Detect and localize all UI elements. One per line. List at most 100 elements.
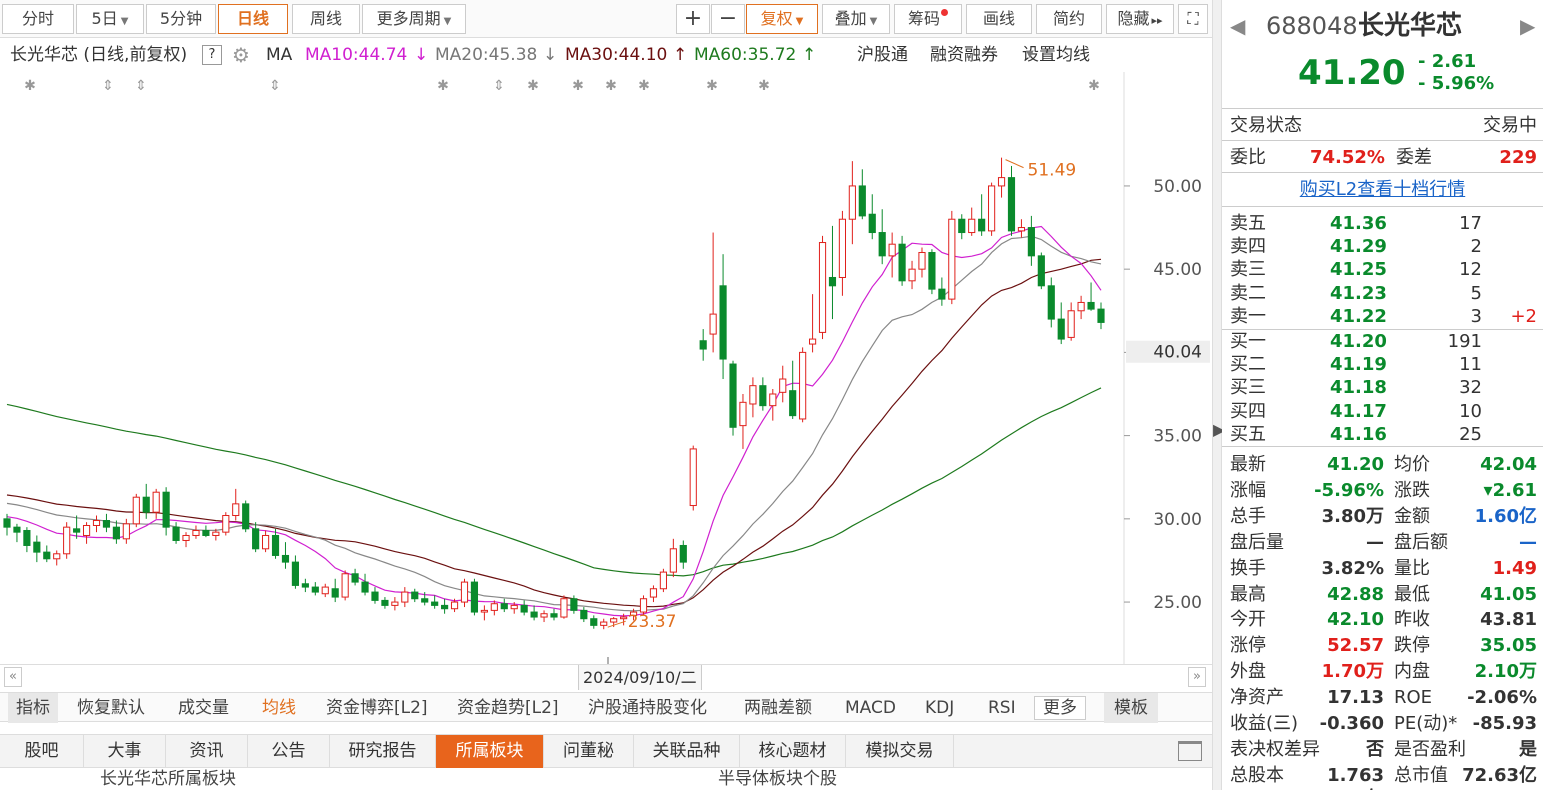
candle-body[interactable] [918,252,926,270]
candle-body[interactable] [480,609,488,613]
candle-body[interactable] [252,528,260,550]
candle-body[interactable] [789,390,797,417]
candle-body[interactable] [232,503,240,517]
tab-sim-trade[interactable]: 模拟交易 [846,735,954,768]
ask-row[interactable]: 卖三 41.25 12 [1222,258,1543,281]
ask-row[interactable]: 卖五 41.36 17 [1222,212,1543,235]
prev-stock-icon[interactable]: ◀ [1230,10,1245,42]
candle-body[interactable] [401,591,409,603]
candle-body[interactable] [301,583,309,588]
candle-body[interactable] [490,603,498,611]
tab-guba[interactable]: 股吧 [0,735,84,768]
candle-body[interactable] [838,218,847,278]
candle-body[interactable] [769,393,777,407]
panel-divider[interactable]: ▶ [1212,0,1225,790]
candle-body[interactable] [818,242,827,333]
bid-row[interactable]: 买一 41.20 191 [1222,330,1543,353]
more-periods-button[interactable]: 更多周期 ▼ [362,4,466,34]
candle-body[interactable] [441,604,449,610]
candle-body[interactable] [431,601,439,606]
candle-body[interactable] [898,243,906,282]
candlestick-chart[interactable]: 50.0045.0040.0035.0030.0025.0040.04 ✱⇕⇕⇕… [0,72,1212,664]
candle-body[interactable] [620,616,628,620]
candle-body[interactable] [132,496,140,525]
candle-body[interactable] [689,448,697,507]
candle-body[interactable] [1087,301,1095,310]
indicator-rsi[interactable]: RSI [988,693,1016,723]
candle-body[interactable] [719,285,727,360]
candle-body[interactable] [699,340,707,350]
candle-body[interactable] [23,529,31,546]
event-marker-icon[interactable]: ✱ [605,78,617,94]
indicator-fund-trend[interactable]: 资金趋势[L2] [457,693,559,723]
candle-body[interactable] [1067,310,1075,338]
period-button-5day[interactable]: 5日 ▼ [76,4,144,34]
indicator-ma[interactable]: 均线 [262,693,296,723]
tab-research[interactable]: 研究报告 [330,735,436,768]
candle-body[interactable] [500,603,508,610]
candle-body[interactable] [331,588,339,598]
candle-body[interactable] [1097,308,1105,323]
period-button-weekly[interactable]: 周线 [292,4,360,34]
candle-body[interactable] [968,218,976,234]
candle-body[interactable] [92,520,101,526]
event-marker-icon[interactable]: ⇕ [493,78,505,94]
candle-body[interactable] [53,553,61,560]
margin-trading-link[interactable]: 融资融券 [930,40,998,70]
ask-row[interactable]: 卖一 41.22 3 +2 [1222,305,1543,328]
candle-body[interactable] [361,581,369,593]
bid-row[interactable]: 买五 41.16 25 [1222,423,1543,446]
candle-body[interactable] [659,571,667,590]
event-marker-icon[interactable]: ✱ [706,78,718,94]
candle-body[interactable] [261,534,270,550]
indicator-margin-diff[interactable]: 两融差额 [744,693,812,723]
ask-row[interactable]: 卖二 41.23 5 [1222,282,1543,305]
candle-body[interactable] [997,177,1006,187]
candle-body[interactable] [848,185,856,220]
candle-body[interactable] [222,515,230,533]
candle-body[interactable] [291,561,300,586]
tab-announcements[interactable]: 公告 [248,735,330,768]
candle-body[interactable] [182,534,190,541]
candle-body[interactable] [988,185,996,232]
candle-body[interactable] [1077,301,1085,312]
candle-body[interactable] [460,581,469,603]
hide-button[interactable]: 隐藏 ▸▸ [1106,4,1174,34]
event-marker-icon[interactable]: ✱ [527,78,539,94]
candle-body[interactable] [13,526,21,533]
draw-button[interactable]: 画线 [966,4,1032,34]
candle-body[interactable] [828,276,837,287]
overlay-button[interactable]: 叠加 ▼ [822,4,890,34]
more-indicators-button[interactable]: 更多 [1034,696,1086,720]
candle-body[interactable] [1007,177,1016,232]
candle-body[interactable] [1037,255,1045,287]
candle-body[interactable] [341,573,349,598]
help-icon[interactable]: ? [202,45,222,65]
candle-body[interactable] [779,378,787,393]
candle-body[interactable] [759,385,767,407]
candle-body[interactable] [510,604,518,610]
tab-sectors[interactable]: 所属板块 [436,735,544,768]
candle-body[interactable] [63,526,71,555]
candle-body[interactable] [878,232,886,257]
event-marker-icon[interactable]: ⇕ [102,78,114,94]
scroll-left-icon[interactable]: « [4,667,22,687]
tab-events[interactable]: 大事 [84,735,166,768]
candle-body[interactable] [43,551,51,560]
candle-body[interactable] [172,526,180,541]
date-scroll-bar[interactable]: « 2024/09/10/二 » [0,664,1212,690]
candle-body[interactable] [799,351,807,420]
candle-body[interactable] [122,523,130,540]
candle-body[interactable] [540,613,548,618]
candle-body[interactable] [739,401,747,427]
restore-default-button[interactable]: 恢复默认 [77,693,145,723]
candle-body[interactable] [371,591,379,601]
indicator-macd[interactable]: MACD [845,693,896,723]
candle-body[interactable] [908,268,916,282]
candle-body[interactable] [729,363,737,428]
candle-body[interactable] [808,338,817,345]
candle-body[interactable] [1027,227,1035,257]
indicator-fund-game[interactable]: 资金博弈[L2] [326,693,428,723]
zoom-out-button[interactable]: − [711,4,745,34]
indicator-kdj[interactable]: KDJ [925,693,954,723]
